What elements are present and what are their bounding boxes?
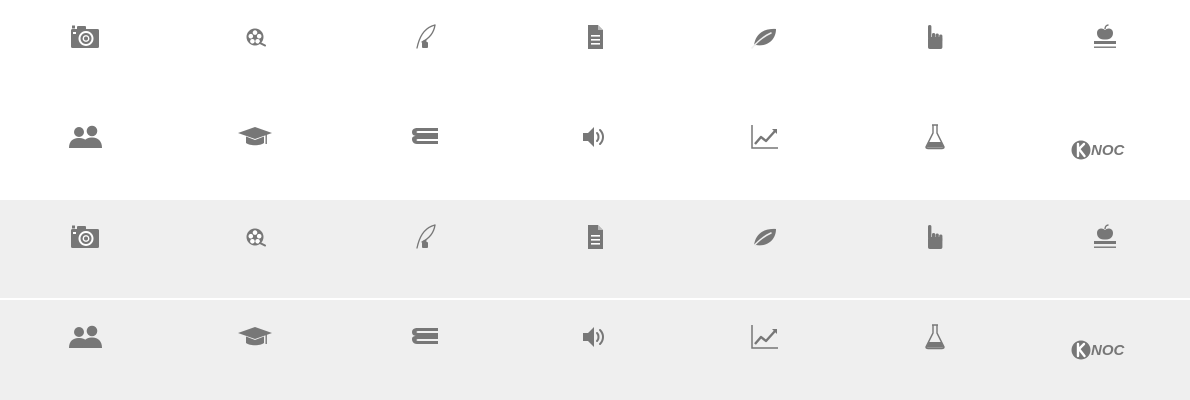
apple-books-icon xyxy=(1087,224,1123,250)
knoc-logo: NOC xyxy=(1070,138,1140,162)
icon-cell xyxy=(0,100,170,200)
icon-cell xyxy=(680,200,850,300)
line-chart-icon xyxy=(747,324,783,350)
icon-cell xyxy=(850,100,1020,200)
icon-cell xyxy=(0,0,170,100)
document-icon xyxy=(577,24,613,50)
icon-cell xyxy=(340,300,510,400)
hand-pointer-icon xyxy=(917,224,953,250)
icon-cell xyxy=(340,0,510,100)
hand-pointer-icon xyxy=(917,24,953,50)
icon-cell: NOC xyxy=(1020,100,1190,200)
film-reel-icon xyxy=(237,24,273,50)
icon-cell xyxy=(0,300,170,400)
icon-cell xyxy=(510,100,680,200)
icon-cell xyxy=(170,0,340,100)
leaf-icon xyxy=(747,24,783,50)
svg-text:NOC: NOC xyxy=(1091,142,1126,159)
book-stack-icon xyxy=(407,324,443,350)
camera-icon xyxy=(67,224,103,250)
icon-cell xyxy=(680,0,850,100)
knoc-logo: NOC xyxy=(1070,338,1140,362)
users-icon xyxy=(67,324,103,350)
flask-icon xyxy=(917,124,953,150)
icon-cell xyxy=(340,100,510,200)
icon-cell xyxy=(170,200,340,300)
book-stack-icon xyxy=(407,124,443,150)
users-icon xyxy=(67,124,103,150)
flask-icon xyxy=(917,324,953,350)
icon-cell xyxy=(510,0,680,100)
quill-ink-icon xyxy=(407,224,443,250)
icon-cell xyxy=(510,300,680,400)
apple-books-icon xyxy=(1087,24,1123,50)
icon-cell xyxy=(680,300,850,400)
icon-cell xyxy=(680,100,850,200)
icon-cell xyxy=(0,200,170,300)
icon-cell xyxy=(1020,0,1190,100)
icon-cell: NOC xyxy=(1020,300,1190,400)
icon-cell xyxy=(340,200,510,300)
speaker-volume-icon xyxy=(577,124,613,150)
leaf-icon xyxy=(747,224,783,250)
icon-cell xyxy=(170,300,340,400)
camera-icon xyxy=(67,24,103,50)
document-icon xyxy=(577,224,613,250)
icon-cell xyxy=(1020,200,1190,300)
icon-cell xyxy=(170,100,340,200)
line-chart-icon xyxy=(747,124,783,150)
icon-cell xyxy=(850,0,1020,100)
svg-text:NOC: NOC xyxy=(1091,342,1126,359)
speaker-volume-icon xyxy=(577,324,613,350)
icon-cell xyxy=(850,200,1020,300)
icon-cell xyxy=(850,300,1020,400)
film-reel-icon xyxy=(237,224,273,250)
graduation-cap-icon xyxy=(237,324,273,350)
graduation-cap-icon xyxy=(237,124,273,150)
quill-ink-icon xyxy=(407,24,443,50)
icon-cell xyxy=(510,200,680,300)
